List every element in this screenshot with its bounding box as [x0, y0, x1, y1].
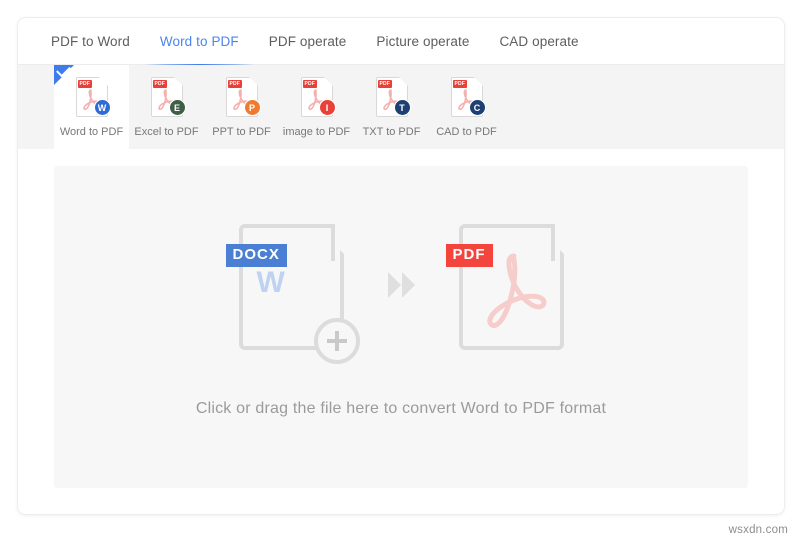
dropzone-instruction: Click or drag the file here to convert W… — [195, 400, 607, 417]
pdf-tag-label: PDF — [452, 80, 468, 88]
tab-label: PDF operate — [268, 33, 347, 49]
tool-cad-to-pdf[interactable]: PDF C CAD to PDF — [429, 65, 504, 149]
tool-label: Excel to PDF — [134, 126, 199, 138]
tool-label: PPT to PDF — [212, 126, 271, 138]
app-card: PDF to Word Word to PDF PDF operate Pict… — [17, 17, 785, 515]
conversion-illustration: W DOCX PDF — [225, 222, 566, 364]
tab-pdf-operate[interactable]: PDF operate — [269, 18, 347, 65]
pdf-tag-label: PDF — [227, 80, 243, 88]
active-tab-notch-icon — [194, 58, 205, 64]
excel-to-pdf-icon: PDF E — [147, 76, 187, 121]
tool-label: image to PDF — [282, 126, 351, 138]
docx-tag-label: DOCX — [225, 244, 287, 267]
tab-label: Word to PDF — [159, 33, 239, 49]
tool-image-to-pdf[interactable]: PDF I image to PDF — [279, 65, 354, 149]
tool-excel-to-pdf[interactable]: PDF E Excel to PDF — [129, 65, 204, 149]
cad-to-pdf-icon: PDF C — [447, 76, 487, 121]
image-to-pdf-icon: PDF I — [297, 76, 337, 121]
tab-picture-operate[interactable]: Picture operate — [376, 18, 469, 65]
format-badge: I — [318, 99, 336, 116]
dropzone-wrapper: W DOCX PDF Click or drag the file here t… — [18, 149, 784, 513]
format-badge: E — [168, 99, 186, 116]
pdf-tag-label: PDF — [377, 80, 393, 88]
format-badge: T — [393, 99, 411, 116]
tab-label: Picture operate — [376, 33, 470, 49]
conversion-arrow-icon — [387, 272, 415, 298]
format-badge: W — [93, 99, 111, 116]
tool-label: TXT to PDF — [362, 126, 421, 138]
add-file-plus-icon[interactable] — [313, 318, 360, 364]
tool-ppt-to-pdf[interactable]: PDF P PPT to PDF — [204, 65, 279, 149]
tab-label: CAD operate — [499, 33, 579, 49]
txt-to-pdf-icon: PDF T — [372, 76, 412, 121]
word-glyph: W — [256, 266, 285, 299]
page-fold-icon — [297, 224, 335, 261]
file-dropzone[interactable]: W DOCX PDF Click or drag the file here t… — [54, 166, 748, 488]
tool-label: CAD to PDF — [436, 126, 497, 138]
tab-label: PDF to Word — [51, 33, 130, 49]
ppt-to-pdf-icon: PDF P — [222, 76, 262, 121]
pdf-tag-label: PDF — [77, 80, 93, 88]
word-to-pdf-icon: PDF W — [72, 76, 112, 121]
pdf-tag-label: PDF — [152, 80, 168, 88]
tab-pdf-to-word[interactable]: PDF to Word — [51, 18, 130, 65]
docx-document-icon: W DOCX — [225, 222, 360, 364]
tab-word-to-pdf[interactable]: Word to PDF — [143, 18, 255, 66]
conversion-tool-strip: PDF W Word to PDF PDF E Excel to PDF PDF… — [18, 62, 784, 149]
tab-bar: PDF to Word Word to PDF PDF operate Pict… — [18, 18, 784, 66]
tool-txt-to-pdf[interactable]: PDF T TXT to PDF — [354, 65, 429, 149]
tool-word-to-pdf[interactable]: PDF W Word to PDF — [54, 62, 129, 149]
pdf-tag-label: PDF — [445, 244, 493, 267]
tab-cad-operate[interactable]: CAD operate — [499, 18, 578, 65]
watermark: wsxdn.com — [728, 524, 788, 536]
pdf-document-icon: PDF — [445, 222, 566, 350]
format-badge: P — [243, 99, 261, 116]
tool-label: Word to PDF — [59, 126, 124, 138]
pdf-tag-label: PDF — [302, 80, 318, 88]
format-badge: C — [468, 99, 486, 116]
